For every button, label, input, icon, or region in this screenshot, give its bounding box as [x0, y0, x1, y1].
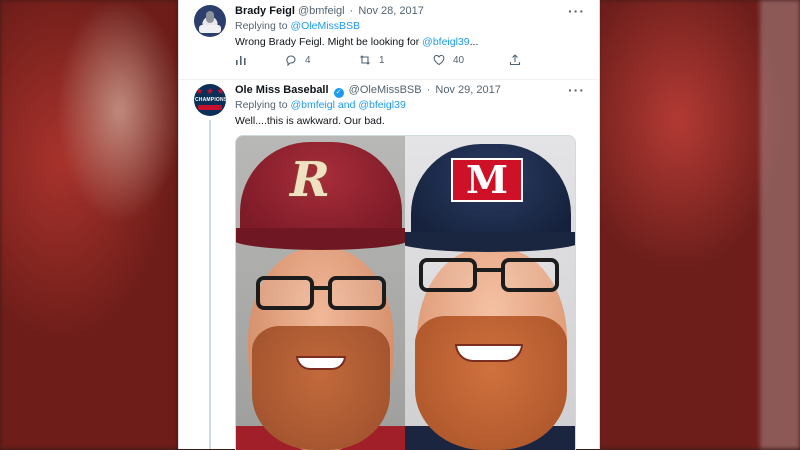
mention-link[interactable]: @OleMissBSB — [290, 20, 360, 32]
mention-link[interactable]: @bmfeigl — [290, 99, 335, 111]
avatar-text: CHAMPIONS — [195, 97, 226, 103]
thread-line — [209, 120, 211, 449]
smile — [296, 356, 346, 370]
mention-link[interactable]: @bfeigl39 — [358, 99, 405, 111]
replying-to: Replying to @bmfeigl and @bfeigl39 — [235, 99, 406, 111]
replying-to-label: Replying to — [235, 99, 288, 111]
handle[interactable]: @OleMissBSB — [349, 84, 422, 96]
tweet-text: Wrong Brady Feigl. Might be looking for … — [235, 36, 478, 48]
more-options-button[interactable]: ··· — [568, 82, 585, 98]
share-button[interactable] — [509, 54, 521, 66]
tweet-header: Ole Miss Baseball ✓ @OleMissBSB · Nov 29… — [235, 84, 501, 98]
tweet-divider — [179, 79, 599, 80]
ribbon-icon — [198, 105, 222, 110]
photo-right[interactable]: M — [405, 136, 575, 450]
smile — [455, 344, 523, 362]
cap-logo: M — [451, 158, 523, 202]
beard — [415, 316, 567, 450]
glasses-bridge — [477, 268, 501, 272]
timestamp[interactable]: Nov 29, 2017 — [435, 84, 500, 96]
glasses-lens — [419, 258, 477, 292]
timestamp[interactable]: Nov 28, 2017 — [358, 5, 423, 17]
reply-count: 4 — [305, 54, 311, 66]
tweet-text-part: ... — [469, 36, 479, 48]
tweet-actions: 4 1 40 — [235, 54, 535, 70]
tweet-media[interactable]: R M — [235, 135, 576, 450]
replying-and: and — [337, 99, 356, 111]
display-name[interactable]: Ole Miss Baseball — [235, 84, 329, 96]
avatar[interactable] — [194, 5, 226, 37]
baseball-cap: R — [240, 142, 402, 240]
star-icon: ★ ★ ★ — [195, 86, 225, 96]
like-count: 40 — [453, 54, 465, 66]
glasses-lens — [501, 258, 559, 292]
baseball-cap: M — [411, 144, 571, 244]
reply-button[interactable]: 4 — [285, 54, 311, 66]
share-icon — [509, 54, 521, 66]
verified-badge-icon: ✓ — [333, 88, 344, 98]
separator: · — [349, 5, 354, 17]
beard — [252, 326, 390, 450]
mention-link[interactable]: @bfeigl39 — [422, 36, 469, 48]
photo-left[interactable]: R — [236, 136, 405, 450]
replying-to-label: Replying to — [235, 20, 288, 32]
glasses-lens — [256, 276, 314, 310]
reply-icon — [286, 55, 296, 66]
blurred-background-right — [598, 0, 800, 449]
more-options-button[interactable]: ··· — [568, 3, 585, 19]
tweet-header: Brady Feigl @bmfeigl · Nov 28, 2017 — [235, 5, 424, 17]
tweet-text: Well....this is awkward. Our bad. — [235, 115, 385, 127]
retweet-icon — [360, 55, 370, 65]
separator: · — [426, 84, 431, 96]
retweet-count: 1 — [379, 54, 385, 66]
heart-icon — [433, 54, 445, 66]
replying-to: Replying to @OleMissBSB — [235, 20, 360, 32]
display-name[interactable]: Brady Feigl — [235, 5, 295, 17]
analytics-button[interactable] — [235, 54, 247, 66]
glasses-lens — [328, 276, 386, 310]
handle[interactable]: @bmfeigl — [298, 5, 345, 17]
blurred-background-left — [0, 0, 178, 449]
glasses-bridge — [314, 286, 328, 290]
analytics-icon — [236, 56, 246, 65]
cap-brim — [236, 228, 405, 250]
like-button[interactable]: 40 — [433, 54, 464, 66]
tweet-text-part: Wrong Brady Feigl. Might be looking for — [235, 36, 420, 48]
cap-brim — [405, 232, 575, 252]
avatar[interactable]: ★ ★ ★ CHAMPIONS — [194, 84, 226, 116]
cap-logo: R — [290, 152, 330, 208]
tweet-thread-panel: Brady Feigl @bmfeigl · Nov 28, 2017 ··· … — [178, 0, 600, 450]
retweet-button[interactable]: 1 — [359, 54, 385, 66]
